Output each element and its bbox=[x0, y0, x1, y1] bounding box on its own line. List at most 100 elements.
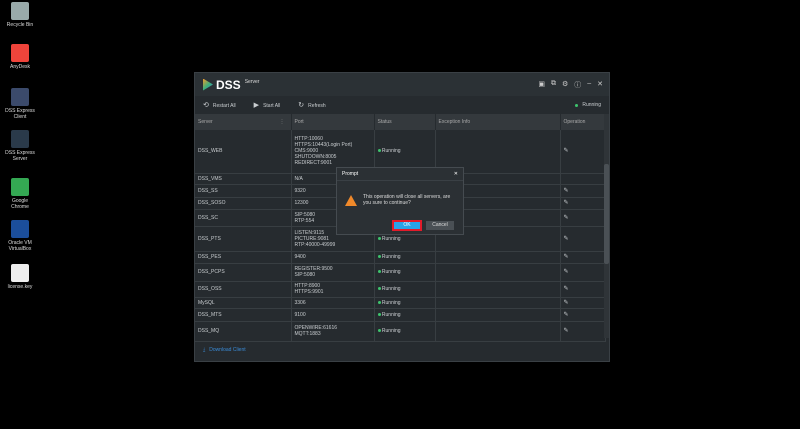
app-icon bbox=[11, 88, 29, 106]
desktop-icon-label: AnyDesk bbox=[9, 64, 30, 70]
table-row[interactable]: MySQL 3306 Running ✎ bbox=[195, 297, 606, 309]
start-label: Start All bbox=[263, 103, 281, 109]
scrollbar[interactable] bbox=[604, 114, 609, 338]
status-dot-icon bbox=[377, 270, 381, 273]
start-all-button[interactable]: ▶ Start All bbox=[254, 101, 281, 109]
operation-cell: ✎ bbox=[560, 281, 606, 298]
operation-cell: ✎ bbox=[560, 197, 606, 210]
edit-icon[interactable]: ✎ bbox=[564, 148, 569, 154]
status-label: Running bbox=[381, 235, 401, 242]
desktop-icon-label: DSS Express Client bbox=[5, 108, 35, 120]
server-name: DSS_SC bbox=[195, 209, 292, 227]
restart-icon: ⟲ bbox=[203, 102, 209, 109]
server-name: DSS_WEB bbox=[195, 130, 292, 174]
status-dot-icon bbox=[377, 255, 381, 258]
exception-info bbox=[435, 297, 561, 309]
operation-cell: ✎ bbox=[560, 184, 606, 198]
overall-status: Running bbox=[575, 102, 601, 108]
ok-button[interactable]: OK bbox=[392, 220, 422, 231]
server-name: DSS_OSS bbox=[195, 281, 292, 298]
edit-icon[interactable]: ✎ bbox=[564, 286, 569, 292]
download-client-link[interactable]: ⤓ Download Client bbox=[195, 339, 609, 361]
desktop-icon[interactable]: Google Chrome bbox=[4, 178, 36, 210]
cancel-button[interactable]: Cancel bbox=[426, 221, 454, 230]
desktop-icon[interactable]: Recycle Bin bbox=[4, 2, 36, 28]
title-bar: DSS Server ▣ ⧉ ⚙ ⓘ – ✕ bbox=[195, 73, 609, 96]
operation-cell: ✎ bbox=[560, 251, 606, 264]
col-port: Port bbox=[291, 114, 375, 130]
log-icon[interactable]: ▣ bbox=[538, 80, 545, 90]
server-name: DSS_PTS bbox=[195, 226, 292, 252]
col-server[interactable]: Server ⋮ bbox=[195, 114, 292, 130]
edit-icon[interactable]: ✎ bbox=[564, 269, 569, 275]
status-dot-icon bbox=[377, 312, 381, 316]
operation-cell: ✎ bbox=[560, 209, 606, 227]
server-status: Running bbox=[374, 308, 436, 322]
operation-cell bbox=[560, 173, 606, 185]
status-dot-icon bbox=[377, 329, 381, 332]
edit-icon[interactable]: ✎ bbox=[564, 200, 569, 206]
server-status: Running bbox=[374, 281, 436, 298]
desktop-icon[interactable]: AnyDesk bbox=[4, 44, 36, 70]
server-name: DSS_SOSO bbox=[195, 197, 292, 210]
server-name: DSS_SS bbox=[195, 184, 292, 198]
server-status: Running bbox=[374, 251, 436, 264]
sort-icon[interactable]: ⋮ bbox=[280, 119, 285, 125]
exception-info bbox=[435, 321, 561, 342]
table-row[interactable]: DSS_MTS 9100 Running ✎ bbox=[195, 308, 606, 322]
server-port: OPENWIRE:61616 MQTT:1883 bbox=[291, 321, 375, 342]
status-label: Running bbox=[381, 311, 401, 318]
col-operation: Operation bbox=[560, 114, 606, 130]
refresh-button[interactable]: ↻ Refresh bbox=[298, 101, 325, 109]
exception-info bbox=[435, 263, 561, 282]
operation-cell: ✎ bbox=[560, 130, 606, 174]
desktop-icon-label: Google Chrome bbox=[11, 198, 29, 210]
desktop-icon[interactable]: license.key bbox=[4, 264, 36, 290]
status-dot-icon bbox=[377, 236, 381, 240]
col-exception: Exception Info bbox=[435, 114, 561, 130]
dialog-close-icon[interactable]: ✕ bbox=[454, 171, 458, 177]
close-icon[interactable]: ✕ bbox=[597, 80, 603, 90]
edit-icon[interactable]: ✎ bbox=[564, 236, 569, 242]
desktop-icon[interactable]: Oracle VM VirtualBox bbox=[4, 220, 36, 252]
status-label: Running bbox=[381, 328, 401, 334]
refresh-icon: ↻ bbox=[298, 102, 305, 109]
desktop-icon-label: DSS Express Server bbox=[5, 150, 35, 162]
server-port: HTTP:8900 HTTPS:9901 bbox=[291, 281, 375, 298]
table-row[interactable]: DSS_PCPS REGISTER:9500 SIP:5080 Running … bbox=[195, 263, 606, 282]
desktop-icon-label: Recycle Bin bbox=[6, 22, 34, 28]
table-row[interactable]: DSS_MQ OPENWIRE:61616 MQTT:1883 Running … bbox=[195, 321, 606, 342]
edit-icon[interactable]: ✎ bbox=[564, 254, 569, 260]
desktop-icon[interactable]: DSS Express Server bbox=[4, 130, 36, 162]
col-status: Status bbox=[374, 114, 436, 130]
edit-icon[interactable]: ✎ bbox=[564, 300, 569, 306]
app-icon bbox=[11, 264, 29, 282]
gear-icon[interactable]: ⚙ bbox=[562, 80, 568, 90]
status-dot-icon bbox=[377, 287, 381, 290]
brand: DSS bbox=[216, 77, 241, 92]
table-row[interactable]: DSS_PES 9400 Running ✎ bbox=[195, 251, 606, 264]
server-name: DSS_PES bbox=[195, 251, 292, 264]
server-status: Running bbox=[374, 321, 436, 342]
toolbar: ⟲ Restart All ▶ Start All ↻ Refresh Running bbox=[195, 96, 609, 114]
edit-icon[interactable]: ✎ bbox=[564, 215, 569, 221]
minimize-icon[interactable]: – bbox=[587, 80, 591, 90]
table-row[interactable]: DSS_OSS HTTP:8900 HTTPS:9901 Running ✎ bbox=[195, 281, 606, 298]
restart-all-button[interactable]: ⟲ Restart All bbox=[203, 101, 236, 109]
window-icon[interactable]: ⧉ bbox=[551, 80, 556, 90]
app-icon bbox=[11, 130, 29, 148]
refresh-label: Refresh bbox=[308, 103, 326, 109]
server-status: Running bbox=[374, 297, 436, 309]
operation-cell: ✎ bbox=[560, 297, 606, 309]
col-label: Server bbox=[198, 119, 213, 125]
edit-icon[interactable]: ✎ bbox=[564, 328, 569, 334]
dialog-title: Prompt bbox=[342, 171, 359, 177]
edit-icon[interactable]: ✎ bbox=[564, 188, 569, 194]
desktop-icon[interactable]: DSS Express Client bbox=[4, 88, 36, 120]
desktop-icon-label: Oracle VM VirtualBox bbox=[8, 240, 32, 252]
status-dot-icon bbox=[575, 103, 579, 107]
server-port: REGISTER:9500 SIP:5080 bbox=[291, 263, 375, 282]
overall-status-label: Running bbox=[582, 102, 601, 108]
info-icon[interactable]: ⓘ bbox=[574, 80, 581, 90]
edit-icon[interactable]: ✎ bbox=[564, 312, 569, 318]
